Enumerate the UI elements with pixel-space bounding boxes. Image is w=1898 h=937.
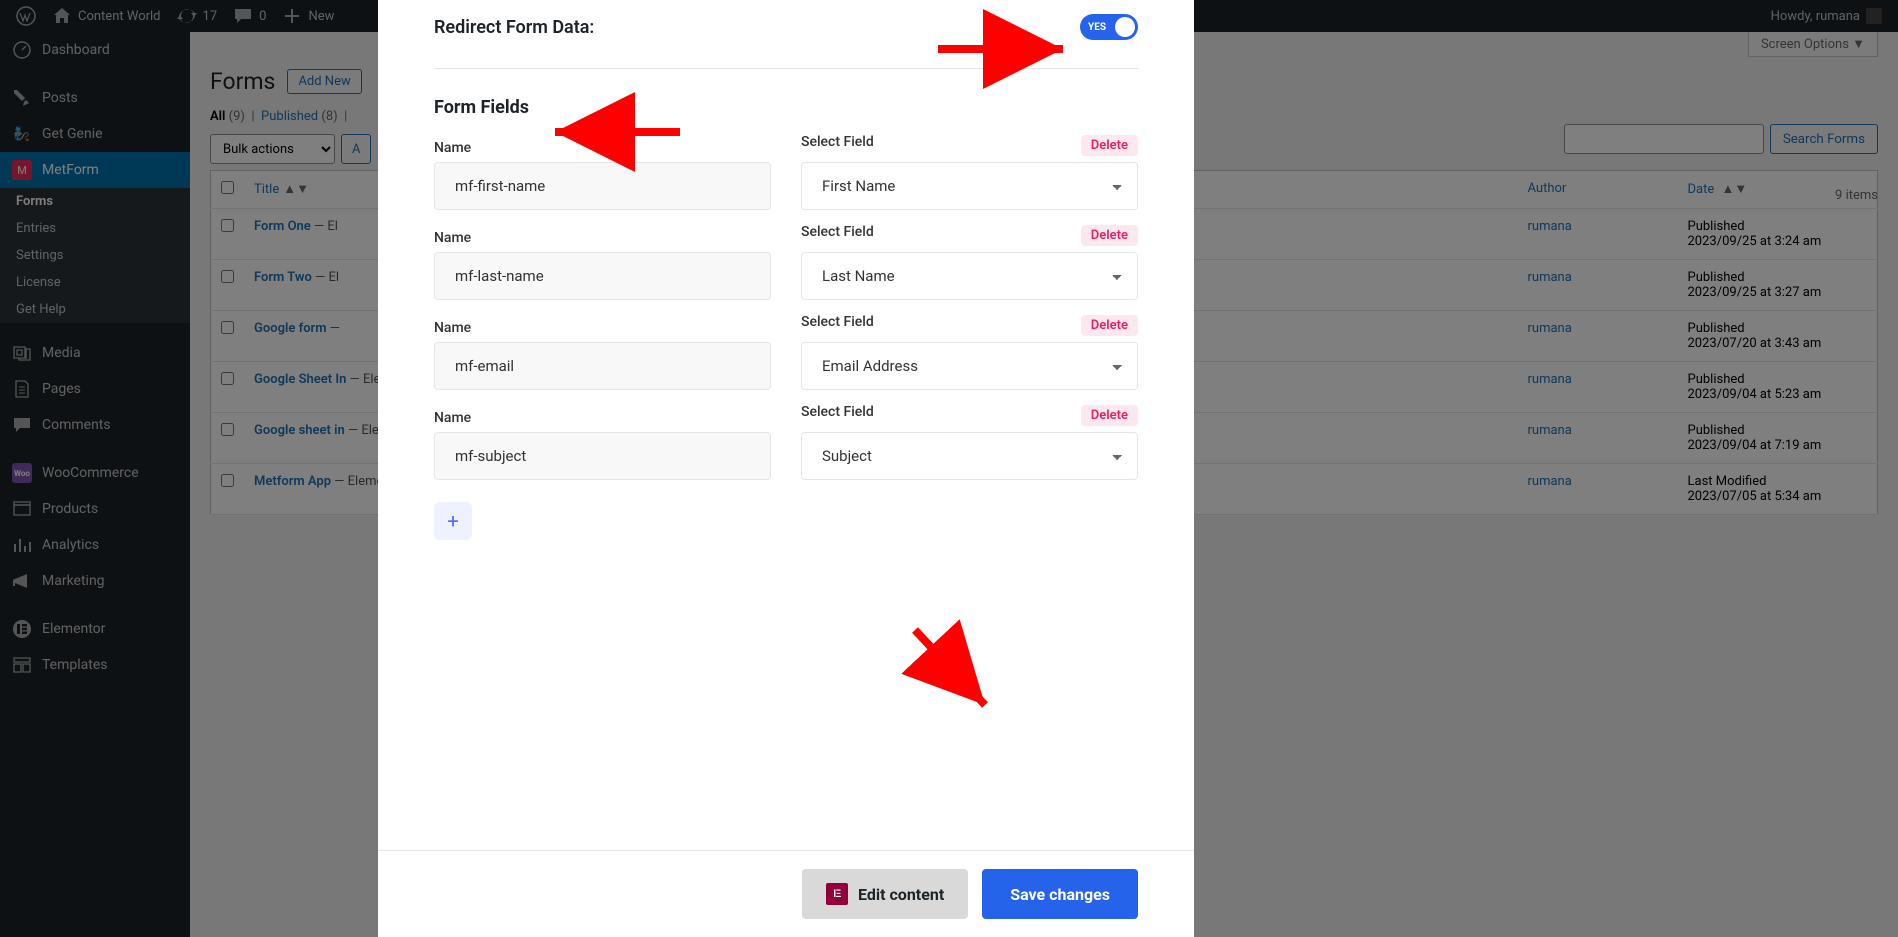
elementor-badge-icon: IΞ <box>826 883 848 905</box>
redirect-form-data-label: Redirect Form Data: <box>434 17 594 38</box>
save-changes-button[interactable]: Save changes <box>982 869 1138 919</box>
add-field-button[interactable]: + <box>434 502 472 540</box>
redirect-toggle[interactable]: YES <box>1080 14 1138 40</box>
name-label: Name <box>434 140 771 156</box>
form-field-row: Name Select Field Delete Last Name <box>434 224 1138 300</box>
field-name-input[interactable] <box>434 162 771 210</box>
form-settings-modal: Redirect Form Data: YES Form Fields Name… <box>378 0 1194 937</box>
delete-field-button[interactable]: Delete <box>1081 405 1138 426</box>
field-name-input[interactable] <box>434 252 771 300</box>
name-label: Name <box>434 320 771 336</box>
delete-field-button[interactable]: Delete <box>1081 315 1138 336</box>
select-field-dropdown[interactable]: Last Name <box>801 252 1138 300</box>
delete-field-button[interactable]: Delete <box>1081 135 1138 156</box>
field-name-input[interactable] <box>434 342 771 390</box>
form-field-row: Name Select Field Delete Email Address <box>434 314 1138 390</box>
select-field-label: Select Field <box>801 314 874 330</box>
select-field-label: Select Field <box>801 404 874 420</box>
select-field-label: Select Field <box>801 134 874 150</box>
field-name-input[interactable] <box>434 432 771 480</box>
toggle-yes-label: YES <box>1088 22 1106 33</box>
select-field-label: Select Field <box>801 224 874 240</box>
name-label: Name <box>434 410 771 426</box>
name-label: Name <box>434 230 771 246</box>
modal-footer: IΞ Edit content Save changes <box>378 850 1194 937</box>
select-field-dropdown[interactable]: Subject <box>801 432 1138 480</box>
select-field-dropdown[interactable]: First Name <box>801 162 1138 210</box>
select-field-dropdown[interactable]: Email Address <box>801 342 1138 390</box>
form-field-row: Name Select Field Delete First Name <box>434 134 1138 210</box>
edit-content-button[interactable]: IΞ Edit content <box>802 869 968 919</box>
form-field-row: Name Select Field Delete Subject <box>434 404 1138 480</box>
toggle-knob <box>1115 17 1135 37</box>
form-fields-title: Form Fields <box>434 97 1138 118</box>
delete-field-button[interactable]: Delete <box>1081 225 1138 246</box>
